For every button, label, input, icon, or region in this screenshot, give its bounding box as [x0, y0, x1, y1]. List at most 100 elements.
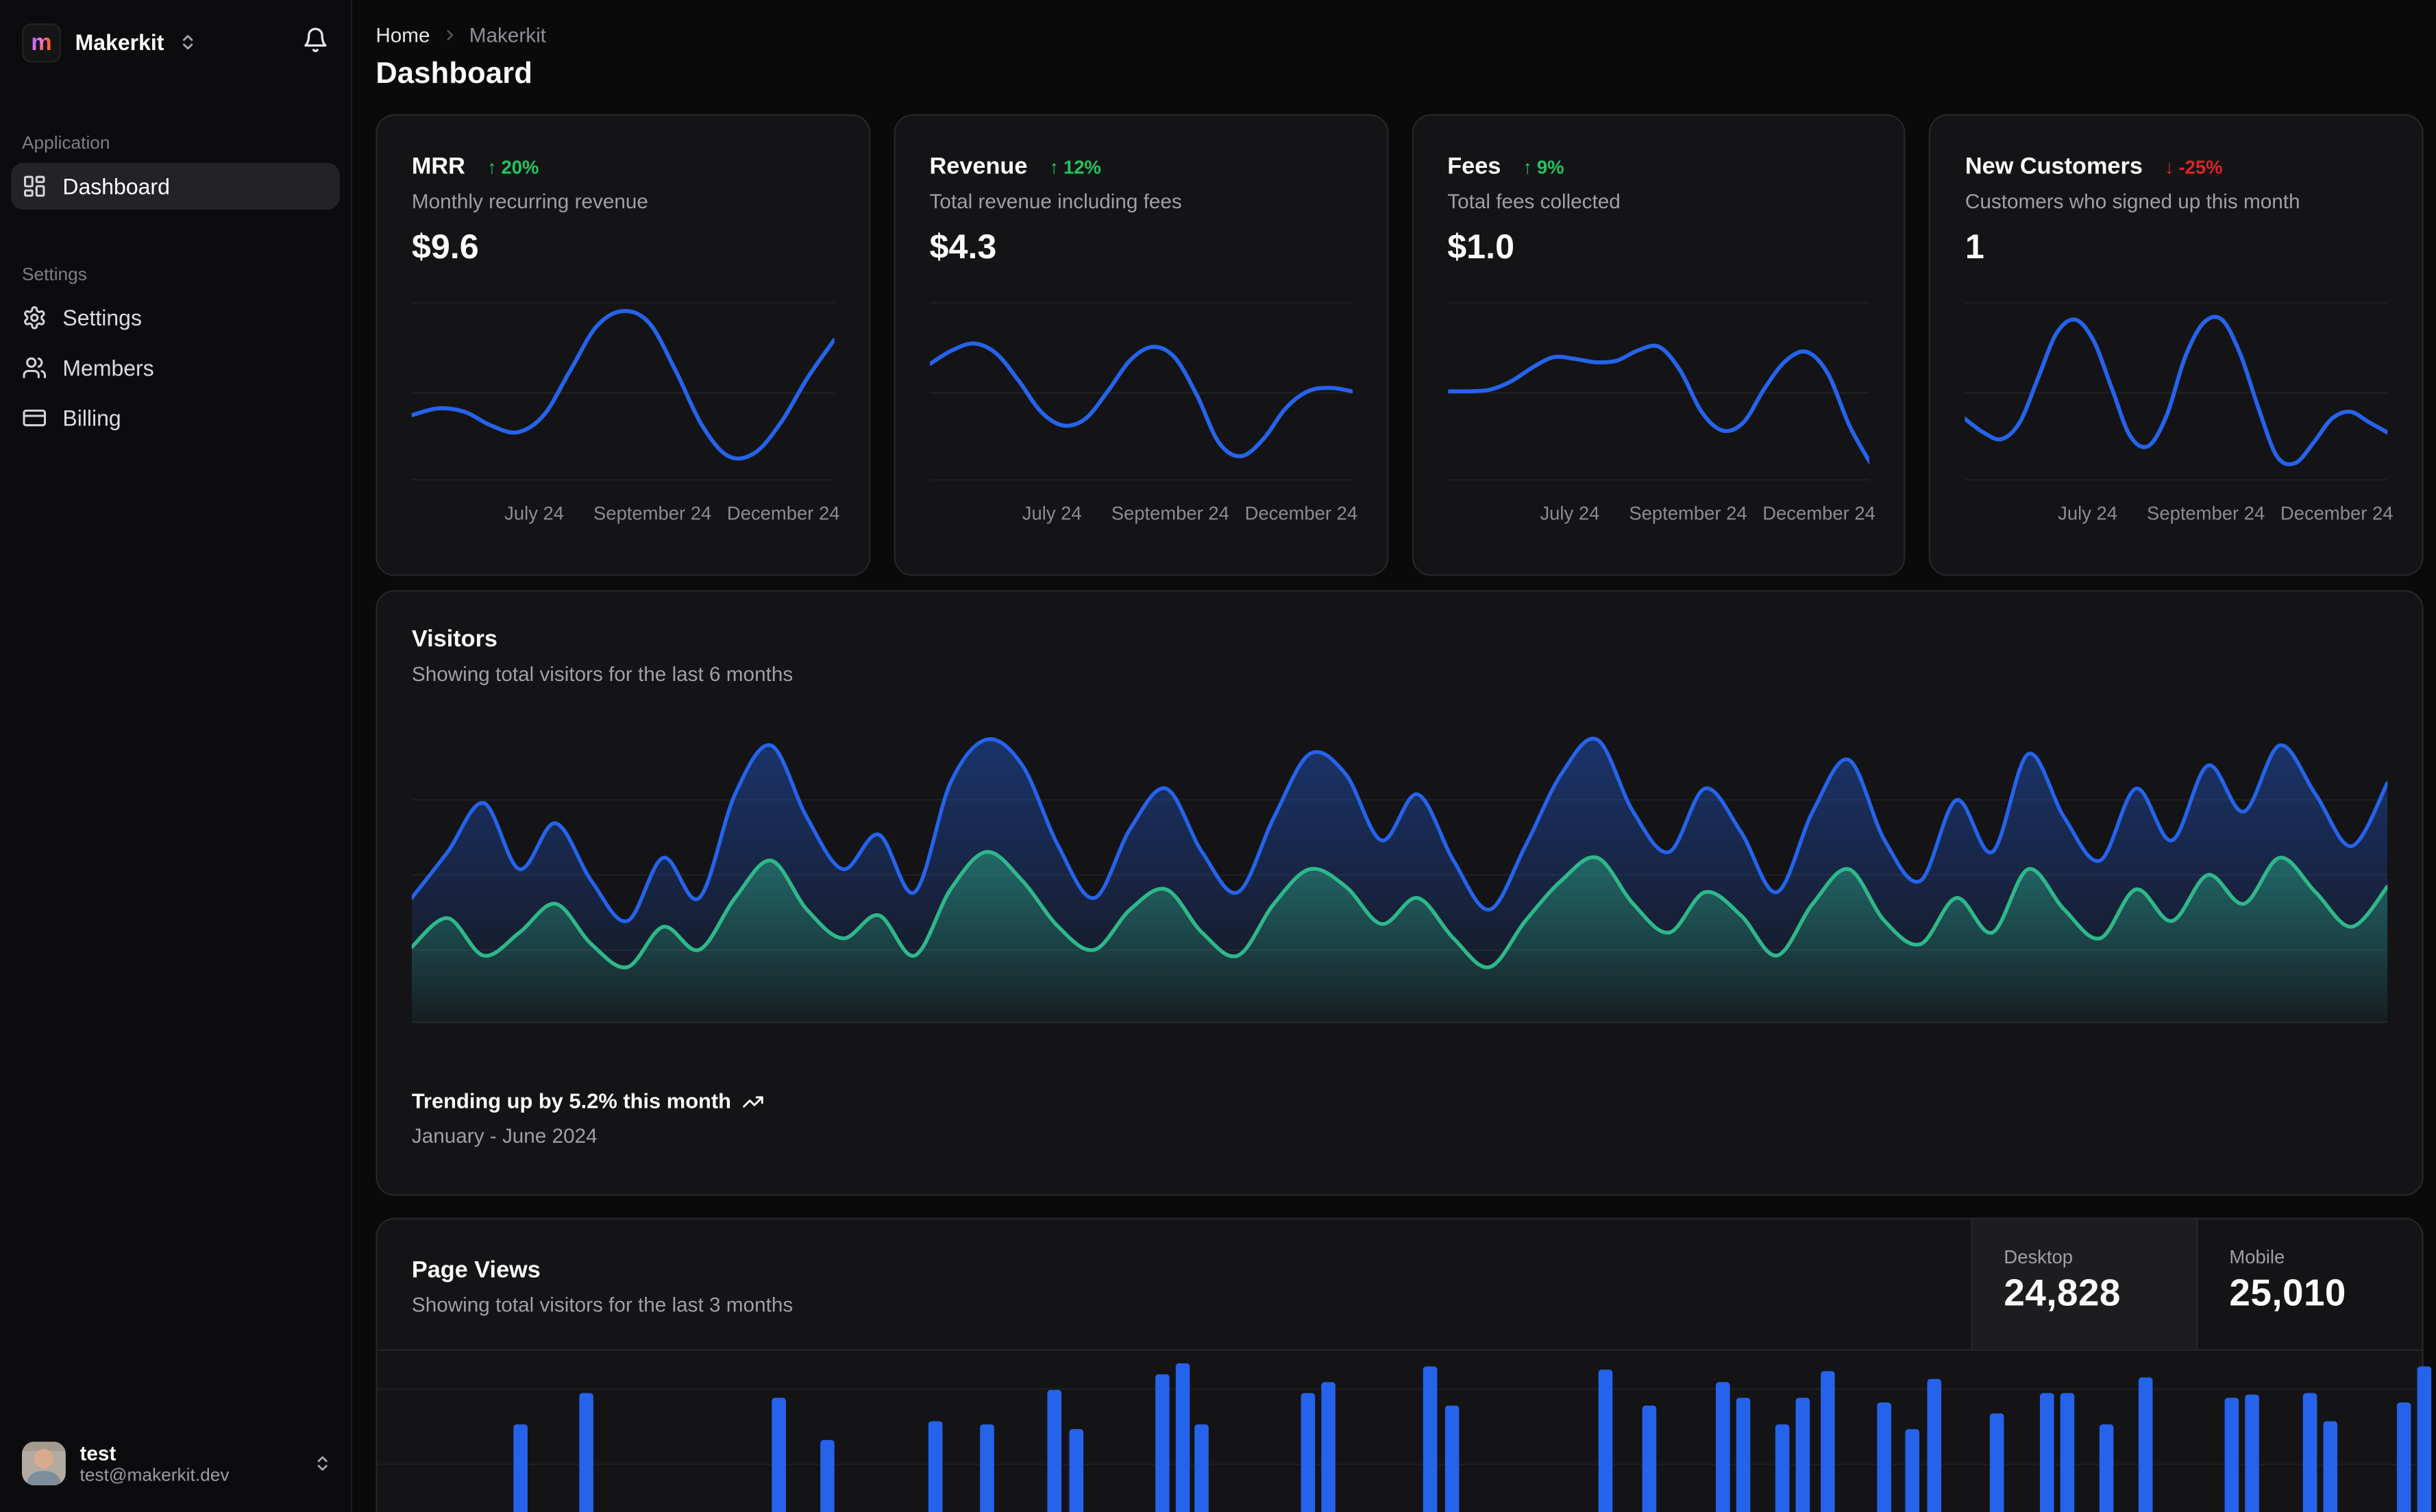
- arrow-down-icon: ↓: [2164, 156, 2174, 178]
- arrow-up-icon: ↑: [487, 156, 497, 178]
- user-menu[interactable]: test test@makerkit.dev: [0, 1415, 351, 1512]
- stat-card-revenue: Revenue ↑ 12% Total revenue including fee…: [893, 114, 1388, 576]
- layout-dashboard-icon: [22, 174, 47, 199]
- sidebar-item-dashboard[interactable]: Dashboard: [10, 162, 340, 210]
- bar: [1736, 1398, 1751, 1512]
- page-views-title: Page Views: [411, 1256, 541, 1284]
- x-axis-labels: July 24 September 24 December 24: [1022, 502, 1358, 525]
- bar: [1321, 1382, 1336, 1512]
- sidebar-item-members[interactable]: Members: [11, 345, 340, 392]
- stat-delta-badge: ↑ 9%: [1523, 156, 1564, 177]
- bar: [820, 1439, 835, 1512]
- breadcrumb-makerkit-link[interactable]: Makerkit: [469, 23, 546, 47]
- visitors-area-chart: [411, 736, 2388, 1024]
- page-views-subtitle: Showing total visitors for the last 3 mo…: [411, 1293, 793, 1317]
- chevrons-up-down-icon: [313, 1454, 332, 1472]
- x-axis-labels: July 24 September 24 December 24: [1540, 502, 1875, 525]
- bar: [1175, 1363, 1190, 1512]
- stat-subtitle: Total revenue including fees: [929, 189, 1182, 213]
- stat-subtitle: Monthly recurring revenue: [411, 189, 648, 213]
- bar: [2039, 1393, 2054, 1512]
- page-views-card: Page Views Showing total visitors for th…: [376, 1217, 2432, 1512]
- bar: [1047, 1389, 1062, 1512]
- bar: [2323, 1421, 2338, 1512]
- visitors-trend-text: Trending up by 5.2% this month: [411, 1089, 731, 1113]
- stat-delta-value: 20%: [501, 156, 539, 178]
- bar: [1069, 1428, 1084, 1512]
- bar: [2417, 1366, 2432, 1512]
- users-icon: [22, 356, 47, 381]
- bar: [2060, 1393, 2075, 1512]
- stat-subtitle: Total fees collected: [1447, 189, 1621, 213]
- stat-title: Fees: [1447, 153, 1501, 180]
- arrow-up-icon: ↑: [1523, 156, 1533, 178]
- arrow-up-icon: ↑: [1049, 156, 1059, 178]
- stat-value: $4.3: [929, 227, 997, 267]
- visitors-date-range: January - June 2024: [411, 1124, 598, 1148]
- sidebar-item-label: Dashboard: [62, 173, 170, 199]
- bar: [980, 1424, 994, 1512]
- bar: [2302, 1393, 2317, 1512]
- tab-mobile[interactable]: Mobile 25,010: [2196, 1219, 2422, 1350]
- tab-desktop-value: 24,828: [2004, 1272, 2121, 1315]
- bar: [579, 1393, 593, 1512]
- stat-card-fees: Fees ↑ 9% Total fees collected $1.0 July …: [1411, 114, 1906, 576]
- sidebar-item-label: Settings: [62, 305, 142, 331]
- bar: [1877, 1402, 1891, 1512]
- credit-card-icon: [22, 406, 47, 431]
- sidebar-item-settings[interactable]: Settings: [11, 295, 340, 342]
- bar: [772, 1398, 786, 1512]
- sidebar-item-label: Billing: [62, 405, 121, 431]
- trending-up-icon: [742, 1090, 764, 1112]
- tab-desktop[interactable]: Desktop 24,828: [1971, 1219, 2197, 1350]
- notifications-bell-button[interactable]: [299, 23, 332, 61]
- chevron-right-icon: [441, 27, 458, 44]
- stat-subtitle: Customers who signed up this month: [1965, 189, 2300, 213]
- logo-letter: m: [31, 29, 52, 56]
- visitors-subtitle: Showing total visitors for the last 6 mo…: [411, 662, 793, 686]
- sidebar-item-billing[interactable]: Billing: [11, 395, 340, 442]
- stat-title: New Customers: [1965, 153, 2143, 180]
- stat-delta-badge: ↓ -25%: [2165, 156, 2223, 177]
- visitors-card: Visitors Showing total visitors for the …: [376, 590, 2424, 1196]
- gridline: [377, 1463, 2422, 1465]
- bar: [1301, 1393, 1316, 1512]
- bar: [1642, 1405, 1657, 1512]
- bar: [2245, 1394, 2259, 1512]
- bar: [1821, 1371, 1835, 1512]
- bar: [1155, 1374, 1170, 1512]
- stat-delta-value: 12%: [1063, 156, 1101, 178]
- bar: [1927, 1378, 1942, 1512]
- bar: [1905, 1428, 1920, 1512]
- breadcrumb: Home Makerkit: [376, 23, 2423, 47]
- revenue-sparkline-chart: [929, 301, 1352, 481]
- gear-icon: [22, 306, 47, 331]
- workspace-selector[interactable]: m Makerkit: [21, 23, 299, 62]
- stat-title: MRR: [411, 153, 465, 180]
- sidebar: m Makerkit Application Dashboard Setting…: [0, 0, 353, 1512]
- bar: [1423, 1366, 1438, 1512]
- tab-mobile-value: 25,010: [2229, 1272, 2346, 1315]
- user-email: test@makerkit.dev: [79, 1465, 230, 1485]
- stat-delta-badge: ↑ 20%: [487, 156, 539, 177]
- main-content: Home Makerkit Dashboard MRR ↑ 20% Monthly…: [352, 0, 2436, 1512]
- bar: [2396, 1402, 2411, 1512]
- bar: [1989, 1413, 2004, 1512]
- bar: [1444, 1405, 1460, 1512]
- bar: [1194, 1424, 1209, 1512]
- chevrons-up-down-icon: [178, 33, 197, 51]
- bell-icon: [302, 27, 329, 53]
- workspace-name: Makerkit: [75, 29, 164, 55]
- stat-cards-row: MRR ↑ 20% Monthly recurring revenue $9.6 …: [376, 114, 2424, 576]
- stat-delta-value: -25%: [2178, 156, 2223, 178]
- gridline: [377, 1388, 2422, 1390]
- fees-sparkline-chart: [1447, 301, 1870, 481]
- makerkit-logo: m: [21, 23, 62, 62]
- stat-card-new-customers: New Customers ↓ -25% Customers who signed…: [1929, 114, 2424, 576]
- stat-delta-badge: ↑ 12%: [1049, 156, 1100, 177]
- x-axis-labels: July 24 September 24 December 24: [2058, 502, 2394, 525]
- visitors-title: Visitors: [411, 625, 497, 653]
- breadcrumb-home-link[interactable]: Home: [376, 23, 430, 47]
- page-views-bar-chart: [377, 1351, 2432, 1512]
- stat-card-mrr: MRR ↑ 20% Monthly recurring revenue $9.6 …: [376, 114, 870, 576]
